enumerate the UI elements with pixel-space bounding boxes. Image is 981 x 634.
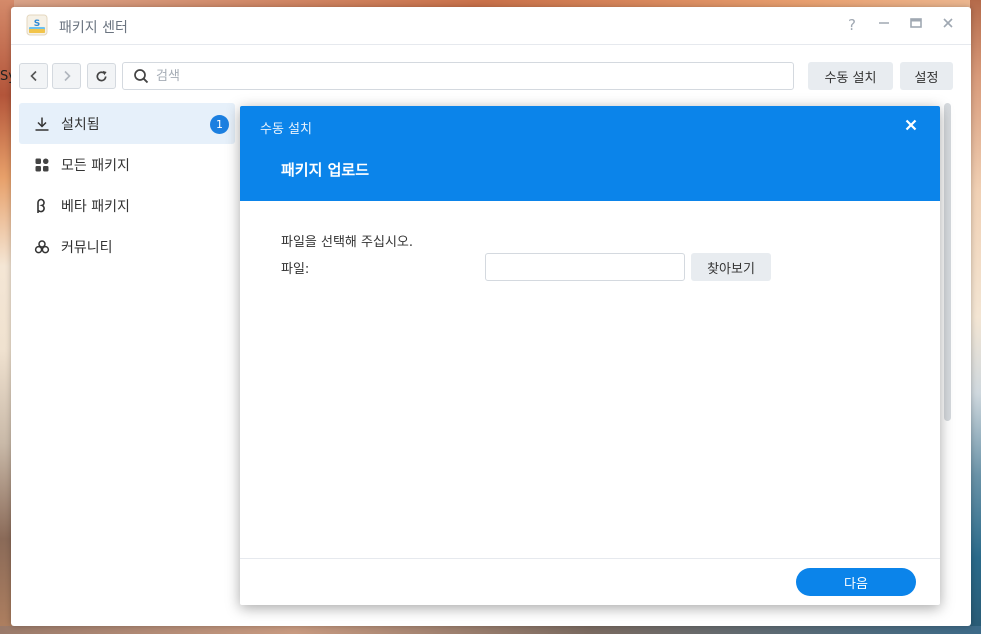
beta-icon xyxy=(33,197,51,215)
sidebar-item-beta-packages[interactable]: 베타 패키지 xyxy=(19,185,235,226)
search-icon xyxy=(133,68,149,88)
minimize-icon xyxy=(879,22,889,24)
svg-text:S: S xyxy=(34,19,40,29)
dialog-body: 파일을 선택해 주십시오. 파일: 찾아보기 xyxy=(240,201,940,558)
sidebar-item-community[interactable]: 커뮤니티 xyxy=(19,226,235,267)
settings-button[interactable]: 설정 xyxy=(900,62,953,90)
maximize-icon xyxy=(910,18,922,28)
dialog-footer: 다음 xyxy=(240,558,940,605)
dialog-close-button[interactable] xyxy=(902,116,920,134)
close-icon xyxy=(905,119,917,131)
chevron-left-icon xyxy=(29,70,37,82)
installed-count-badge: 1 xyxy=(210,115,229,134)
instruction-text: 파일을 선택해 주십시오. xyxy=(281,235,413,250)
grid-icon xyxy=(33,156,51,174)
chevron-right-icon xyxy=(63,70,71,82)
window-title: 패키지 센터 xyxy=(59,20,128,36)
minimize-button[interactable] xyxy=(875,16,893,34)
sidebar-item-installed[interactable]: 설치됨 1 xyxy=(19,103,235,144)
browse-button[interactable]: 찾아보기 xyxy=(691,253,771,281)
search-box[interactable] xyxy=(122,62,794,90)
refresh-icon xyxy=(96,70,107,81)
dialog-title: 수동 설치 xyxy=(260,122,312,137)
back-button[interactable] xyxy=(19,63,48,89)
forward-button[interactable] xyxy=(52,63,81,89)
search-input[interactable] xyxy=(156,67,776,85)
next-button[interactable]: 다음 xyxy=(796,568,916,596)
desktop-wallpaper-right xyxy=(970,0,981,634)
help-button[interactable]: ? xyxy=(843,16,861,34)
dialog-heading: 패키지 업로드 xyxy=(281,161,370,179)
sidebar: 설치됨 1 모든 패키지 베타 패키지 커뮤니티 xyxy=(19,103,235,267)
sidebar-item-label: 설치됨 xyxy=(61,116,100,133)
package-center-window: S 패키지 센터 ? 검색 수동 설치 설정 설치됨 1 모든 패키지 베타 패… xyxy=(11,7,971,626)
desktop-wallpaper-bottom xyxy=(0,626,981,634)
close-icon xyxy=(943,18,953,28)
package-center-icon: S xyxy=(25,13,49,37)
sidebar-item-label: 베타 패키지 xyxy=(61,198,130,215)
community-icon xyxy=(33,238,51,256)
dialog-header: 수동 설치 패키지 업로드 xyxy=(240,106,940,201)
sidebar-item-label: 모든 패키지 xyxy=(61,157,130,174)
download-icon xyxy=(33,115,51,133)
file-label: 파일: xyxy=(281,262,310,277)
refresh-button[interactable] xyxy=(87,63,116,89)
maximize-button[interactable] xyxy=(907,16,925,34)
file-path-field[interactable] xyxy=(485,253,685,281)
sidebar-item-label: 커뮤니티 xyxy=(61,239,113,256)
title-bar[interactable]: S 패키지 센터 ? xyxy=(11,7,971,45)
toolbar: 수동 설치 설정 xyxy=(11,45,971,101)
manual-install-dialog: 수동 설치 패키지 업로드 파일을 선택해 주십시오. 파일: 찾아보기 다음 xyxy=(240,106,940,605)
scrollbar[interactable] xyxy=(944,103,951,421)
manual-install-button[interactable]: 수동 설치 xyxy=(808,62,893,90)
close-window-button[interactable] xyxy=(939,16,957,34)
sidebar-item-all-packages[interactable]: 모든 패키지 xyxy=(19,144,235,185)
